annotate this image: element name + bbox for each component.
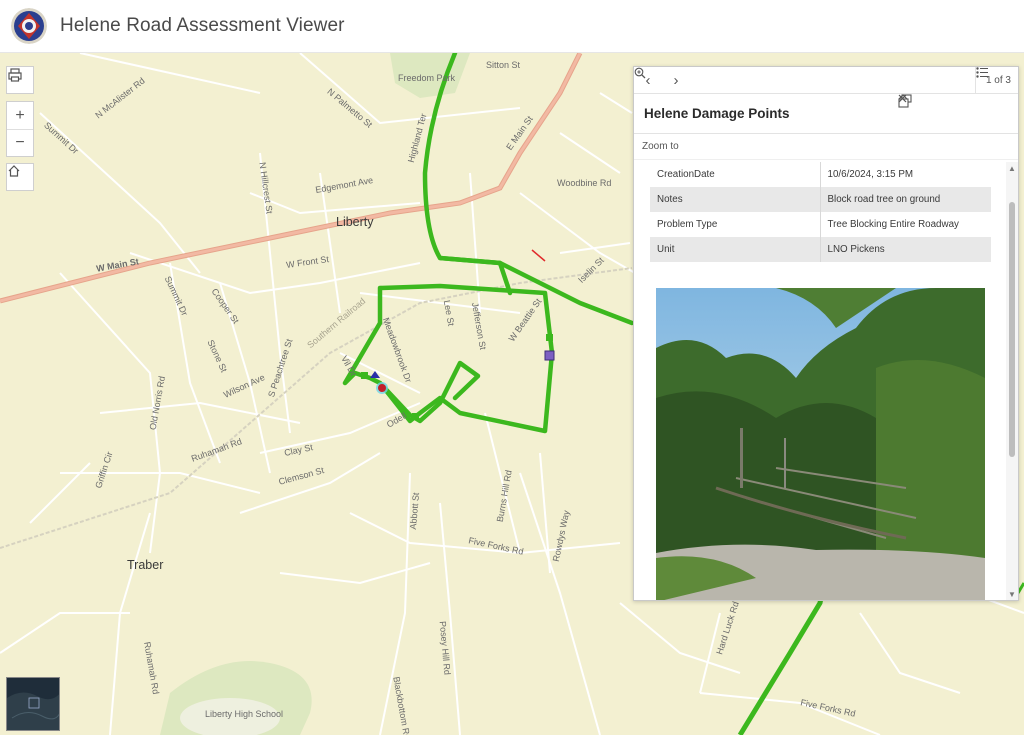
attribute-key: CreationDate bbox=[650, 162, 821, 187]
zoom-in-button[interactable]: + bbox=[7, 102, 33, 129]
home-icon bbox=[8, 165, 20, 177]
zoom-controls: + − bbox=[6, 101, 34, 157]
map-view[interactable]: Freedom Park Sitton St N McAlister Rd N … bbox=[0, 53, 1024, 735]
map-label-liberty-high: Liberty High School bbox=[205, 709, 284, 719]
place-label-traber: Traber bbox=[127, 558, 164, 572]
zoom-to-label: Zoom to bbox=[642, 141, 679, 152]
table-row: CreationDate 10/6/2024, 3:15 PM bbox=[650, 162, 991, 187]
damage-photo bbox=[656, 288, 985, 600]
overview-map[interactable] bbox=[6, 677, 60, 731]
popup-scrollbar[interactable]: ▲ ▼ bbox=[1006, 162, 1018, 600]
attribute-value: 10/6/2024, 3:15 PM bbox=[827, 169, 914, 180]
attribute-value: LNO Pickens bbox=[820, 237, 991, 262]
damage-photo-image bbox=[656, 288, 985, 600]
attribute-value: Block road tree on ground bbox=[820, 187, 991, 212]
attribute-table: CreationDate 10/6/2024, 3:15 PM Notes Bl… bbox=[650, 162, 991, 262]
minus-icon: − bbox=[15, 134, 25, 151]
feature-popup: ‹ › 1 of 3 Helene Damage Points Zoom to … bbox=[633, 66, 1019, 601]
map-label-sitton-st: Sitton St bbox=[486, 60, 521, 70]
next-feature-button[interactable]: › bbox=[662, 67, 690, 94]
home-button[interactable] bbox=[6, 163, 34, 191]
attribute-value: Tree Blocking Entire Roadway bbox=[827, 219, 959, 230]
collapse-button[interactable] bbox=[898, 94, 978, 134]
scroll-up-icon[interactable]: ▲ bbox=[1007, 164, 1017, 174]
feature-list-button[interactable]: 1 of 3 bbox=[974, 67, 1018, 94]
list-icon bbox=[976, 67, 988, 78]
map-label-woodbine-rd: Woodbine Rd bbox=[557, 178, 612, 188]
close-icon bbox=[898, 94, 907, 103]
chevron-right-icon: › bbox=[673, 71, 679, 89]
scroll-down-icon[interactable]: ▼ bbox=[1007, 590, 1017, 600]
app-title: Helene Road Assessment Viewer bbox=[60, 15, 345, 36]
attribute-key: Notes bbox=[650, 187, 821, 212]
printer-icon bbox=[8, 68, 22, 82]
overview-map-image bbox=[7, 678, 59, 730]
chevron-left-icon: ‹ bbox=[645, 71, 651, 89]
table-row: Problem Type Tree Blocking Entire Roadwa… bbox=[650, 212, 991, 237]
map-label-freedom-park: Freedom Park bbox=[398, 73, 456, 83]
plus-icon: + bbox=[15, 106, 25, 124]
magnifier-plus-icon bbox=[634, 67, 646, 79]
popup-header: Helene Damage Points bbox=[634, 94, 1018, 134]
popup-nav-bar: ‹ › 1 of 3 bbox=[634, 67, 1018, 94]
county-seal-logo bbox=[11, 8, 47, 44]
feature-count: 1 of 3 bbox=[985, 75, 1011, 86]
table-row: Unit LNO Pickens bbox=[650, 237, 991, 262]
table-row: Notes Block road tree on ground bbox=[650, 187, 991, 212]
popup-content[interactable]: CreationDate 10/6/2024, 3:15 PM Notes Bl… bbox=[634, 162, 1008, 600]
place-label-liberty: Liberty bbox=[336, 215, 374, 229]
attribute-key: Unit bbox=[650, 237, 821, 262]
scroll-thumb[interactable] bbox=[1009, 202, 1015, 457]
print-button[interactable] bbox=[6, 66, 34, 94]
zoom-to-action[interactable]: Zoom to bbox=[634, 67, 1018, 160]
popup-title: Helene Damage Points bbox=[644, 106, 790, 121]
close-button[interactable] bbox=[898, 94, 1018, 134]
attribute-key: Problem Type bbox=[650, 212, 821, 237]
zoom-out-button[interactable]: − bbox=[7, 129, 33, 156]
app-header: Helene Road Assessment Viewer bbox=[0, 0, 1024, 53]
